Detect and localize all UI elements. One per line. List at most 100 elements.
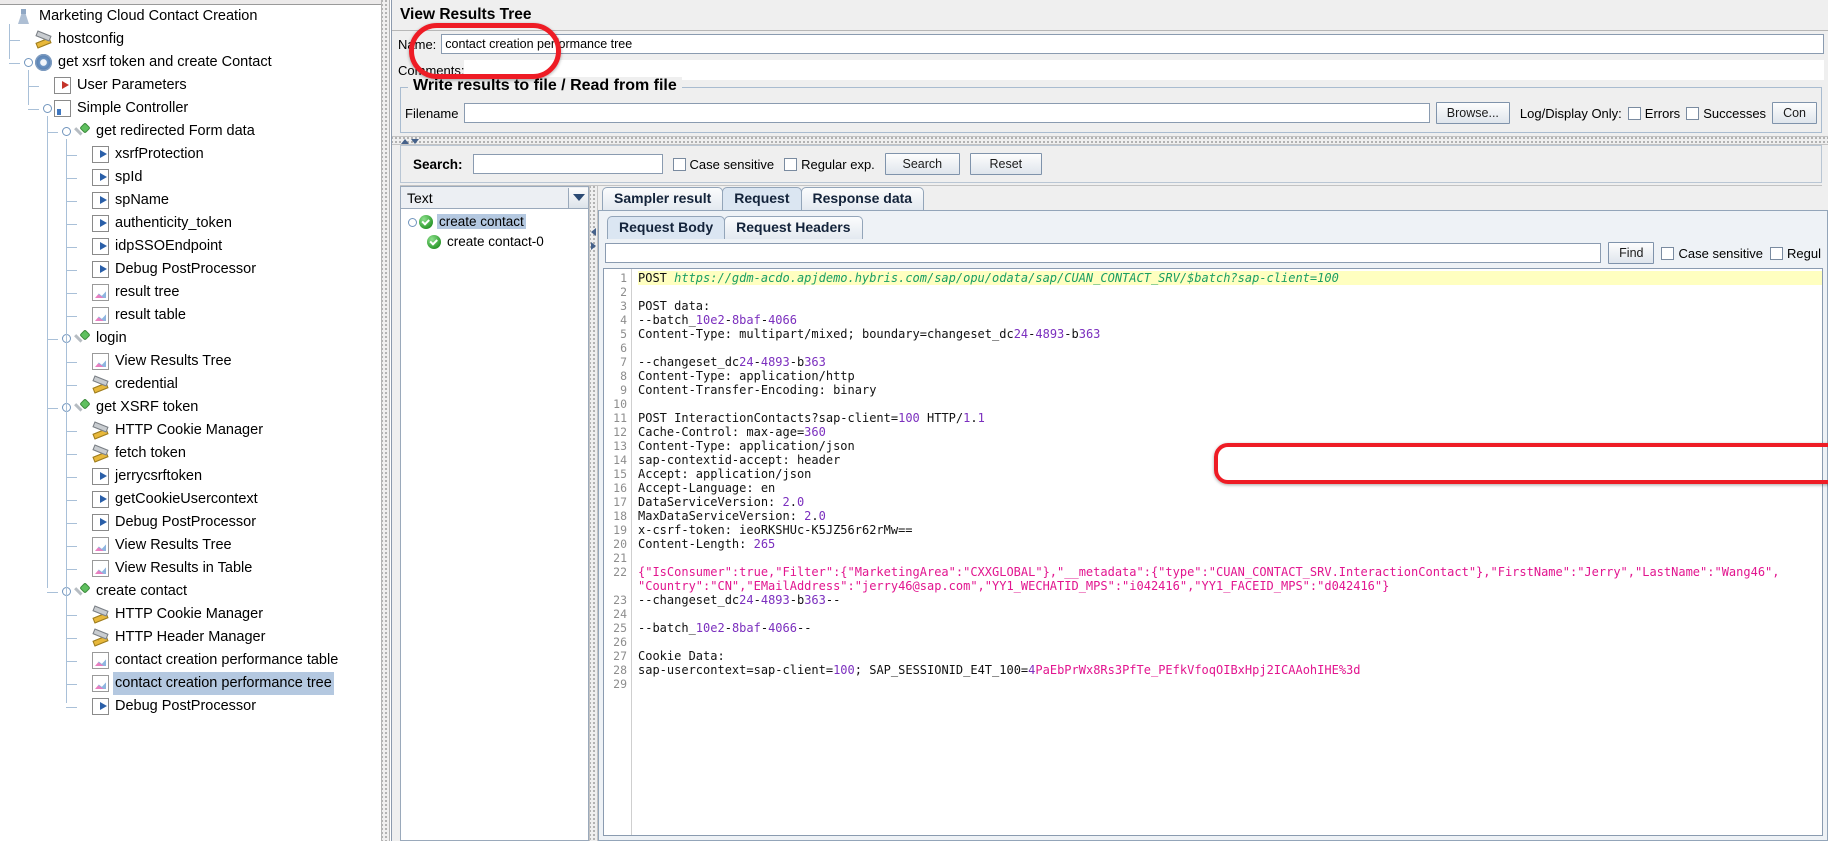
inner-vertical-splitter[interactable] [589, 186, 598, 841]
tree-node-spacer [80, 379, 91, 390]
filename-input[interactable] [464, 103, 1430, 123]
search-regex-checkbox[interactable]: Regular exp. [784, 157, 875, 172]
splitter-left-icon[interactable] [591, 228, 596, 236]
test-plan-node-label: get xsrf token and create Contact [58, 54, 272, 70]
tab-response-data[interactable]: Response data [800, 187, 925, 210]
code-line: DataServiceVersion: 2.0 [638, 495, 805, 509]
post-processor-icon [92, 261, 109, 278]
vertical-splitter[interactable] [381, 0, 390, 841]
test-plan-node[interactable]: credential [0, 373, 381, 396]
test-plan-node-label: hostconfig [58, 31, 125, 47]
request-body-viewer[interactable]: 1 2 3 4 5 6 7 8 9 10 11 12 13 14 15 16 17 18 19 20 21 22 23 24 2… [603, 268, 1823, 836]
find-input[interactable] [605, 243, 1602, 263]
horizontal-splitter-top[interactable] [392, 136, 1828, 145]
test-plan-node[interactable]: HTTP Cookie Manager [0, 603, 381, 626]
tree-connector-line [47, 132, 58, 133]
search-input[interactable] [472, 154, 663, 174]
line-number: 20 [613, 537, 627, 551]
test-plan-node[interactable]: contact creation performance table [0, 649, 381, 672]
tree-node-spacer [80, 701, 91, 712]
tree-node-spacer [80, 540, 91, 551]
tree-node-spacer [80, 287, 91, 298]
code-line: Content-Length: 265 [638, 537, 776, 551]
search-case-sensitive-checkbox[interactable]: Case sensitive [672, 157, 774, 172]
test-plan-node-label: result table [115, 307, 186, 323]
successes-checkbox[interactable]: Successes [1686, 106, 1766, 121]
tree-expand-handle[interactable] [61, 126, 72, 137]
test-plan-node[interactable]: Simple Controller [0, 97, 381, 120]
test-plan-node[interactable]: spName [0, 189, 381, 212]
find-button[interactable]: Find [1608, 242, 1655, 264]
chevron-down-icon[interactable] [568, 187, 588, 208]
reset-button[interactable]: Reset [969, 153, 1042, 175]
code-line: "Country":"CN","EMailAddress":"jerry46@s… [638, 579, 1390, 593]
checkbox-box-case-sensitive[interactable] [672, 157, 686, 171]
test-plan-node[interactable]: result tree [0, 281, 381, 304]
find-regex-checkbox[interactable]: Regul [1770, 246, 1821, 261]
tree-expand-handle[interactable] [23, 57, 34, 68]
test-plan-node[interactable]: View Results in Table [0, 557, 381, 580]
line-number: 17 [613, 495, 627, 509]
request-sub-tab-bar[interactable]: Request Body Request Headers [603, 215, 1823, 239]
checkbox-box-successes[interactable] [1686, 106, 1700, 120]
splitter-arrows-top[interactable] [401, 137, 423, 146]
test-plan-node[interactable]: get xsrf token and create Contact [0, 51, 381, 74]
test-plan-node[interactable]: User Parameters [0, 74, 381, 97]
sample-result-nodes[interactable]: create contact create contact-0 [401, 209, 588, 840]
collapse-down-icon[interactable] [411, 139, 419, 144]
find-regex-label: Regul [1787, 245, 1821, 261]
test-plan-node[interactable]: xsrfProtection [0, 143, 381, 166]
test-plan-node[interactable]: fetch token [0, 442, 381, 465]
checkbox-box-regular-exp[interactable] [784, 157, 798, 171]
errors-checkbox[interactable]: Errors [1627, 106, 1680, 121]
test-plan-node[interactable]: getCookieUsercontext [0, 488, 381, 511]
test-plan-node[interactable]: Debug PostProcessor [0, 258, 381, 281]
thread-group-gear-icon [35, 54, 52, 71]
render-format-value: Text [407, 189, 433, 206]
sample-result-node[interactable]: create contact-0 [401, 232, 588, 252]
test-plan-node[interactable]: authenticity_token [0, 212, 381, 235]
line-number: 12 [613, 425, 627, 439]
test-plan-node[interactable]: HTTP Cookie Manager [0, 419, 381, 442]
detail-tab-bar[interactable]: Sampler result Request Response data [598, 186, 1828, 210]
find-case-sensitive-checkbox[interactable]: Case sensitive [1661, 246, 1763, 261]
test-plan-node[interactable]: Debug PostProcessor [0, 695, 381, 718]
collapse-up-icon[interactable] [401, 139, 409, 144]
checkbox-box-errors[interactable] [1627, 106, 1641, 120]
request-body-text[interactable]: POST https://gdm-acdo.apjdemo.hybris.com… [632, 269, 1822, 835]
test-plan-node[interactable]: jerrycsrftoken [0, 465, 381, 488]
configure-button[interactable]: Con [1772, 102, 1817, 124]
subtab-request-body[interactable]: Request Body [607, 216, 726, 239]
tree-expand-handle[interactable] [42, 103, 53, 114]
checkbox-box-find-regex[interactable] [1770, 246, 1784, 260]
test-plan-node[interactable]: HTTP Header Manager [0, 626, 381, 649]
test-plan-node[interactable]: Debug PostProcessor [0, 511, 381, 534]
splitter-right-icon[interactable] [591, 242, 596, 250]
sample-result-node[interactable]: create contact [401, 212, 588, 232]
test-plan-node[interactable]: hostconfig [0, 28, 381, 51]
subtab-request-headers[interactable]: Request Headers [724, 216, 863, 239]
tab-request[interactable]: Request [722, 187, 802, 210]
checkbox-box-find-case[interactable] [1661, 246, 1675, 260]
test-plan-node[interactable]: result table [0, 304, 381, 327]
browse-button[interactable]: Browse... [1435, 102, 1510, 124]
tab-sampler-result[interactable]: Sampler result [602, 187, 724, 210]
http-sampler-icon [73, 330, 90, 347]
tree-connector-line [66, 155, 77, 156]
sample-result-label: create contact-0 [447, 234, 544, 249]
test-plan-node[interactable]: Marketing Cloud Contact Creation [0, 5, 381, 28]
test-plan-node[interactable]: contact creation performance tree [0, 672, 381, 695]
name-input[interactable] [441, 34, 1824, 54]
test-plan-node[interactable]: idpSSOEndpoint [0, 235, 381, 258]
search-button[interactable]: Search [884, 153, 960, 175]
test-plan-tree-panel[interactable]: Marketing Cloud Contact Creation hostconf… [0, 0, 381, 841]
results-expand-handle[interactable] [407, 217, 418, 228]
test-plan-node[interactable]: View Results Tree [0, 534, 381, 557]
test-plan-node[interactable]: View Results Tree [0, 350, 381, 373]
results-tree-list[interactable]: Text create contact create contact-0 [400, 186, 589, 841]
success-check-icon [427, 235, 441, 250]
test-plan-node[interactable]: spId [0, 166, 381, 189]
test-plan-node-list[interactable]: Marketing Cloud Contact Creation hostconf… [0, 5, 381, 718]
render-format-combo[interactable]: Text [401, 187, 588, 209]
